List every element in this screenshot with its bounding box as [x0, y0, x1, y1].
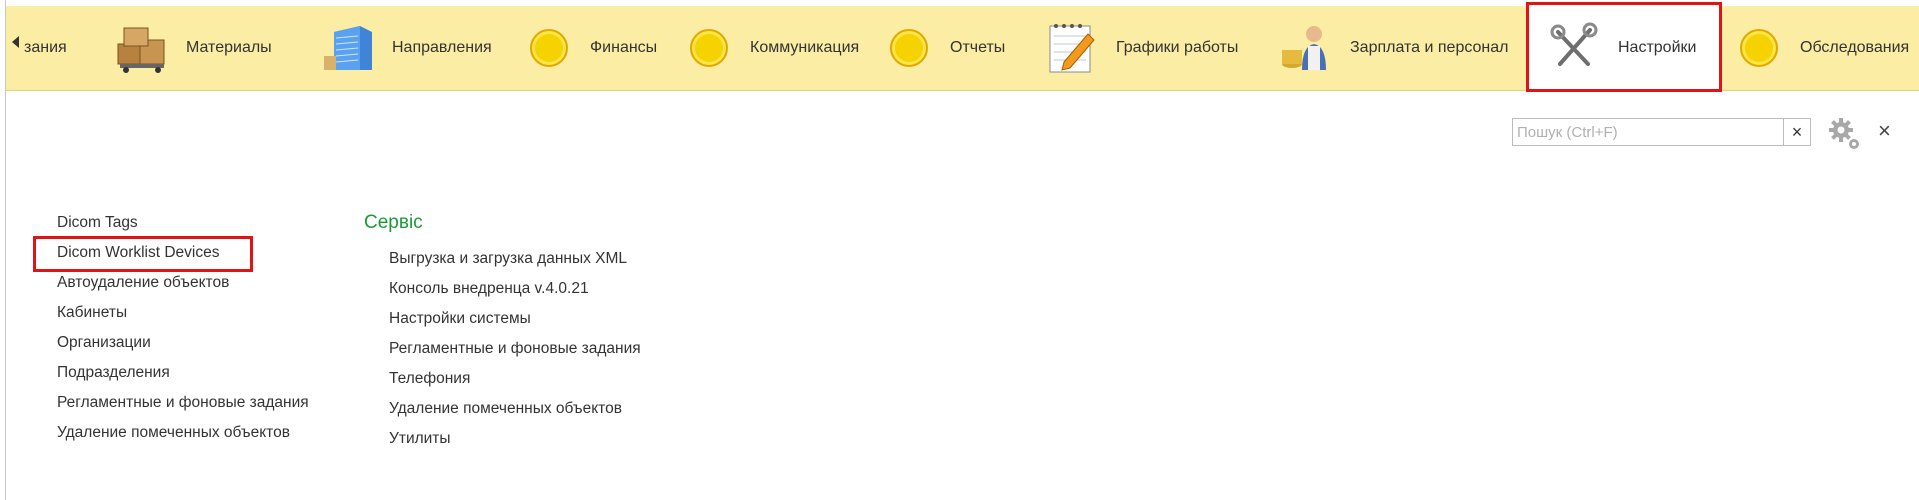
list-item[interactable]: Удаление помеченных объектов	[57, 418, 309, 448]
list-item[interactable]: Телефония	[389, 364, 641, 394]
section-label: Финансы	[590, 39, 658, 56]
list-item[interactable]: Настройки системы	[389, 304, 641, 334]
section-item-salary[interactable]: Зарплата и персонал	[1278, 6, 1509, 90]
section-label: Коммуникация	[750, 39, 860, 56]
section-item-finance[interactable]: Финансы	[520, 6, 657, 90]
building-icon	[324, 26, 372, 70]
section-item-communication[interactable]: Коммуникация	[680, 6, 859, 90]
section-item-settings[interactable]: Настройки	[1546, 6, 1696, 90]
section-label: Направления	[392, 39, 492, 56]
search-input[interactable]	[1513, 119, 1761, 145]
section-item-directions[interactable]: Направления	[320, 6, 492, 90]
coin-icon	[890, 29, 928, 67]
service-group-title: Сервіс	[364, 212, 423, 233]
list-item[interactable]: Кабинеты	[57, 298, 309, 328]
list-item[interactable]: Организации	[57, 328, 309, 358]
list-item[interactable]: Регламентные и фоновые задания	[389, 334, 641, 364]
scroll-left-arrow-icon[interactable]	[12, 36, 19, 48]
gear-icon[interactable]	[1826, 116, 1862, 152]
worker-icon	[1282, 26, 1326, 70]
list-item[interactable]: Dicom Tags	[57, 208, 309, 238]
section-item-schedules[interactable]: Графики работы	[1044, 6, 1238, 90]
coin-icon	[690, 29, 728, 67]
search-clear-button[interactable]: ×	[1783, 118, 1811, 146]
coin-icon	[1740, 29, 1778, 67]
section-item-reports[interactable]: Отчеты	[880, 6, 1005, 90]
section-item-materials[interactable]: Материалы	[114, 6, 272, 90]
section-label: Отчеты	[950, 39, 1006, 56]
list-item[interactable]: Удаление помеченных объектов	[389, 394, 641, 424]
list-item[interactable]: Регламентные и фоновые задания	[57, 388, 309, 418]
tools-icon	[1550, 22, 1598, 66]
list-item[interactable]: Подразделения	[57, 358, 309, 388]
search-field[interactable]	[1512, 118, 1784, 146]
notepad-icon	[1049, 24, 1095, 73]
section-item-examinations[interactable]: Обследования	[1730, 6, 1909, 90]
list-item[interactable]: Dicom Worklist Devices	[57, 238, 309, 268]
section-label: Графики работы	[1116, 39, 1239, 56]
list-item[interactable]: Утилиты	[389, 424, 641, 454]
list-item[interactable]: Автоудаление объектов	[57, 268, 309, 298]
section-label: Настройки	[1618, 39, 1697, 56]
section-label: зания	[24, 39, 67, 56]
settings-list: Dicom Tags Dicom Worklist Devices Автоуд…	[57, 208, 309, 448]
section-label: Материалы	[186, 39, 272, 56]
list-item[interactable]: Консоль внедренца v.4.0.21	[389, 274, 641, 304]
section-item-cut[interactable]: зания	[24, 6, 67, 90]
section-label: Обследования	[1800, 39, 1910, 56]
close-button[interactable]: ×	[1878, 118, 1891, 144]
section-label: Зарплата и персонал	[1350, 39, 1509, 56]
boxes-icon	[117, 27, 165, 73]
service-list: Выгрузка и загрузка данных XML Консоль в…	[389, 244, 641, 454]
coin-icon	[530, 29, 568, 67]
list-item[interactable]: Выгрузка и загрузка данных XML	[389, 244, 641, 274]
